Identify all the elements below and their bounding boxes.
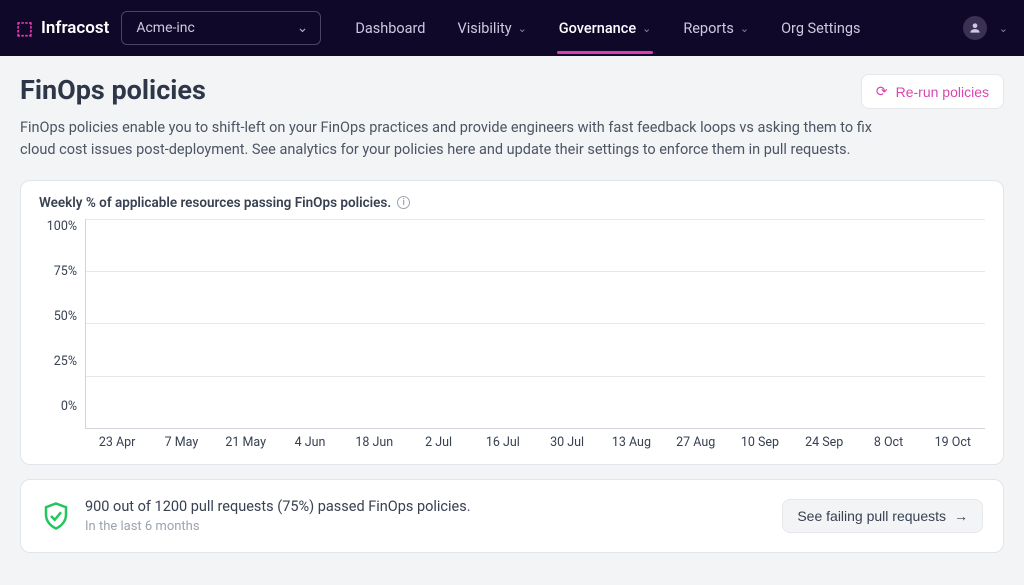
brand-logo: ⬚ Infracost (16, 18, 109, 39)
nav-org-settings[interactable]: Org Settings (767, 12, 874, 45)
brand-text: Infracost (41, 18, 109, 38)
x-tick-label: 2 Jul (406, 435, 470, 450)
shield-check-icon (41, 501, 71, 531)
org-selector[interactable]: Acme-inc (121, 11, 321, 45)
page-title: FinOps policies (20, 74, 206, 106)
chevron-down-icon[interactable]: ⌄ (999, 22, 1008, 35)
chevron-down-icon: ⌄ (740, 22, 749, 35)
y-axis: 100% 75% 50% 25% 0% (39, 219, 85, 414)
nav-reports[interactable]: Reports⌄ (669, 12, 763, 45)
org-name: Acme-inc (136, 20, 195, 36)
x-tick-label: 30 Jul (535, 435, 599, 450)
x-tick-label: 4 Jun (278, 435, 342, 450)
chart-card: Weekly % of applicable resources passing… (20, 180, 1004, 465)
nav-links: Dashboard Visibility⌄ Governance⌄ Report… (341, 12, 874, 45)
refresh-icon: ⟳ (876, 83, 888, 100)
x-tick-label: 23 Apr (85, 435, 149, 450)
x-tick-label: 8 Oct (856, 435, 920, 450)
x-tick-label: 10 Sep (728, 435, 792, 450)
summary-main: 900 out of 1200 pull requests (75%) pass… (85, 498, 768, 515)
summary-text: 900 out of 1200 pull requests (75%) pass… (85, 498, 768, 534)
logo-icon: ⬚ (16, 18, 33, 39)
summary-sub: In the last 6 months (85, 519, 768, 534)
x-tick-label: 27 Aug (664, 435, 728, 450)
x-tick-label: 13 Aug (599, 435, 663, 450)
summary-card: 900 out of 1200 pull requests (75%) pass… (20, 479, 1004, 553)
x-tick-label: 21 May (214, 435, 278, 450)
page-description: FinOps policies enable you to shift-left… (20, 117, 900, 162)
nav-governance[interactable]: Governance⌄ (545, 12, 666, 45)
x-tick-label: 18 Jun (342, 435, 406, 450)
info-icon[interactable]: i (397, 196, 410, 209)
page-body: FinOps policies ⟳ Re-run policies FinOps… (0, 56, 1024, 585)
chart-title: Weekly % of applicable resources passing… (39, 195, 985, 211)
arrow-right-icon: → (954, 508, 968, 524)
plot-area (85, 219, 985, 429)
x-tick-label: 24 Sep (792, 435, 856, 450)
navbar: ⬚ Infracost Acme-inc Dashboard Visibilit… (0, 0, 1024, 56)
x-axis: 23 Apr7 May21 May4 Jun18 Jun2 Jul16 Jul3… (85, 435, 985, 450)
see-failing-button[interactable]: See failing pull requests → (782, 499, 983, 533)
x-tick-label: 19 Oct (921, 435, 985, 450)
chevron-down-icon: ⌄ (642, 22, 651, 35)
nav-visibility[interactable]: Visibility⌄ (443, 12, 540, 45)
x-tick-label: 7 May (149, 435, 213, 450)
x-tick-label: 16 Jul (471, 435, 535, 450)
chart-area: 100% 75% 50% 25% 0% (39, 219, 985, 429)
user-avatar-icon[interactable] (963, 16, 987, 40)
chevron-down-icon: ⌄ (518, 22, 527, 35)
page-header: FinOps policies ⟳ Re-run policies (20, 74, 1004, 109)
nav-dashboard[interactable]: Dashboard (341, 12, 439, 45)
rerun-policies-button[interactable]: ⟳ Re-run policies (861, 74, 1004, 109)
